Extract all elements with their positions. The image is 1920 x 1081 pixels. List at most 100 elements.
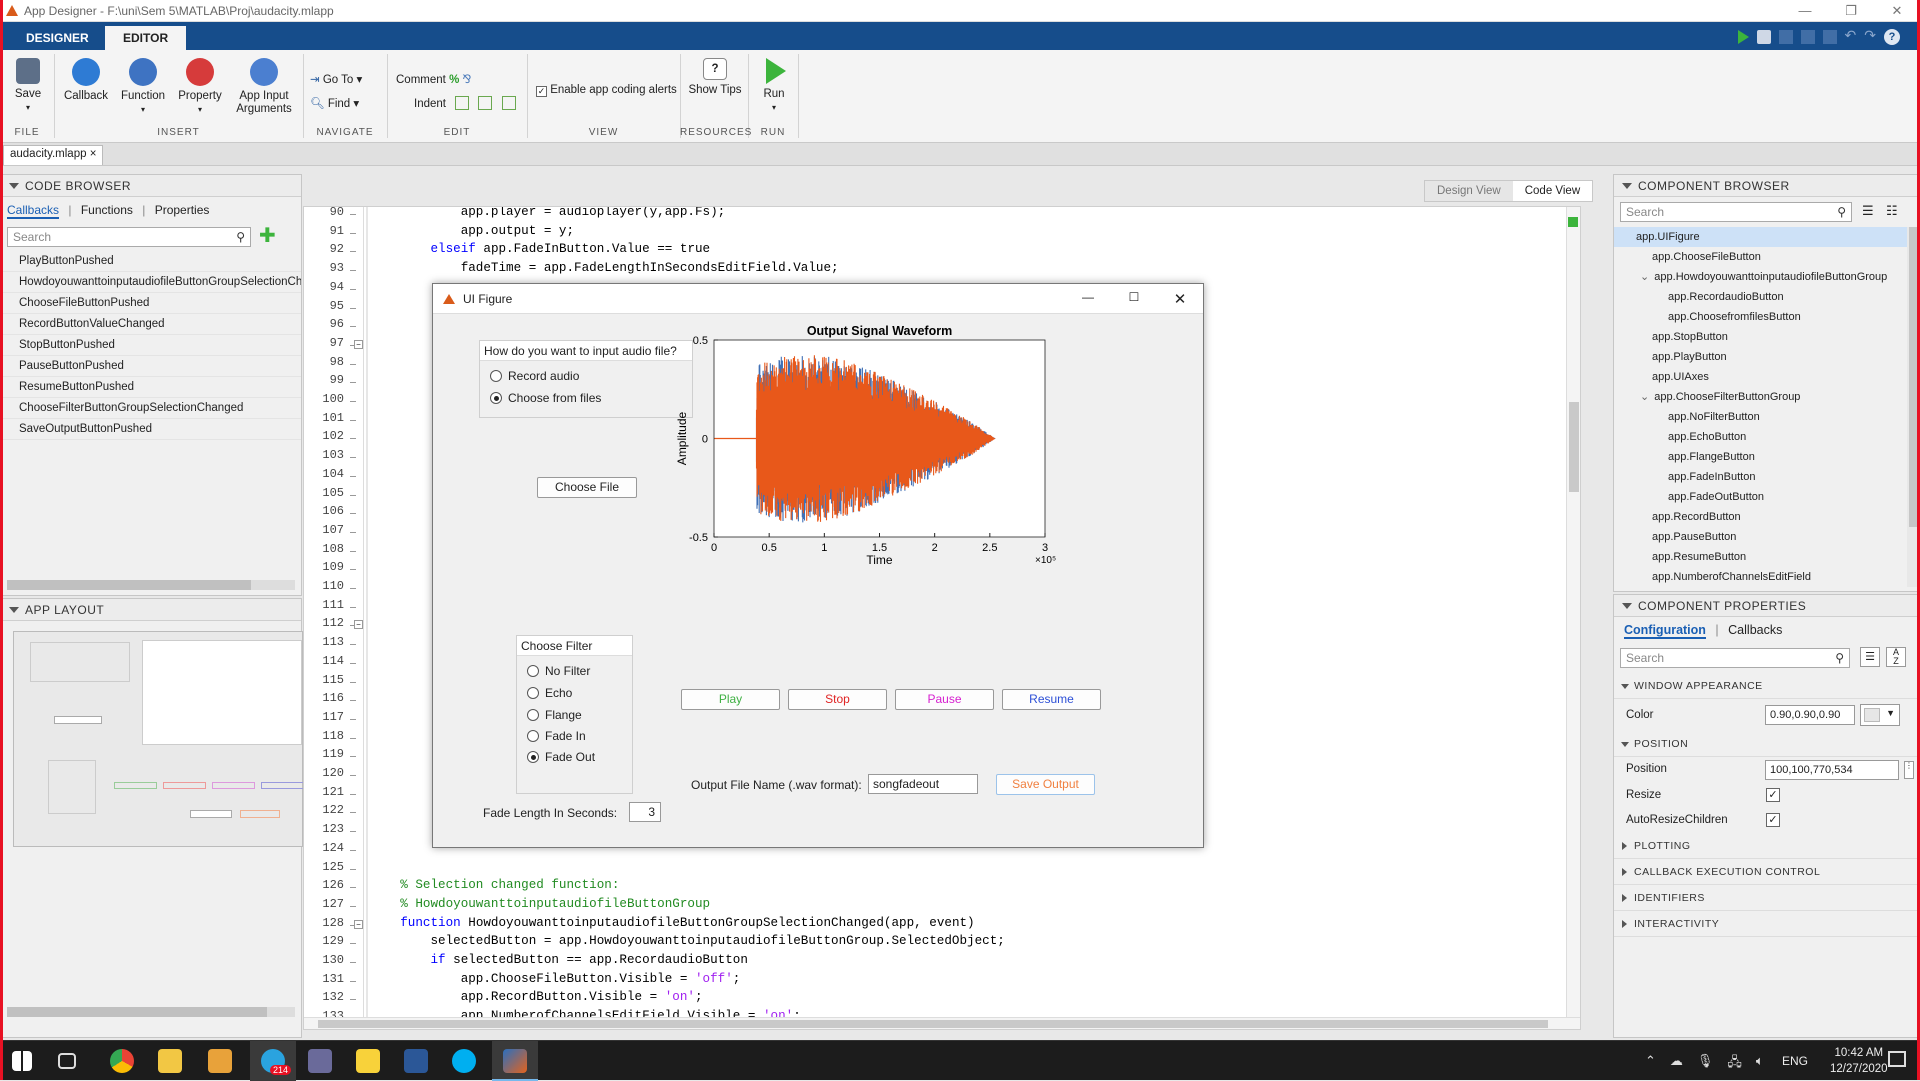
tree-expand-icon[interactable]: ⌄ [1640, 271, 1652, 283]
interactivity-section[interactable]: INTERACTIVITY [1614, 911, 1919, 937]
code-browser-search-input[interactable]: Search ⚲ [7, 227, 251, 247]
component-properties-title[interactable]: COMPONENT PROPERTIES [1614, 595, 1919, 617]
position-section[interactable]: POSITION [1614, 731, 1919, 757]
callback-item[interactable]: PlayButtonPushed [1, 251, 301, 272]
save-quick-icon[interactable] [1756, 30, 1771, 44]
component-tree-item[interactable]: ⌄ app.ChooseFilterButtonGroup [1614, 387, 1919, 407]
fold-toggle-icon[interactable]: − [354, 620, 363, 630]
callback-item[interactable]: HowdoyouwanttoinputaudiofileButtonGroupS… [1, 272, 301, 293]
component-tree-item[interactable]: app.PauseButton [1614, 527, 1919, 547]
echo-radio[interactable]: Echo [527, 686, 572, 700]
component-tree-item[interactable]: app.FadeInButton [1614, 467, 1919, 487]
save-button[interactable]: Save ▾ [10, 58, 46, 114]
callback-item[interactable]: PauseButtonPushed [1, 356, 301, 377]
tab-designer[interactable]: DESIGNER [8, 26, 107, 50]
media-player-icon[interactable] [208, 1049, 232, 1073]
notification-center-icon[interactable] [1888, 1051, 1906, 1067]
function-button[interactable]: Function ▾ [117, 58, 169, 116]
component-tree-item[interactable]: app.FlangeButton [1614, 447, 1919, 467]
autoresize-checkbox[interactable]: ✓ [1766, 813, 1780, 827]
code-hscrollbar[interactable] [304, 1017, 1580, 1029]
component-tree-item[interactable]: app.UIFigure [1614, 227, 1919, 247]
component-tree-item[interactable]: app.FadeOutButton [1614, 487, 1919, 507]
file-explorer-icon[interactable] [158, 1049, 182, 1073]
app-layout-hscrollbar[interactable] [7, 1007, 295, 1017]
add-callback-icon[interactable]: ✚ [259, 226, 276, 246]
position-expand-icon[interactable]: ⋮ [1904, 761, 1914, 779]
component-tree-item[interactable]: app.ChoosefromfilesButton [1614, 307, 1919, 327]
sticky-notes-icon[interactable] [356, 1049, 380, 1073]
component-tree-item[interactable]: app.RecordButton [1614, 507, 1919, 527]
task-view-icon[interactable] [58, 1053, 76, 1069]
fold-toggle-icon[interactable]: − [354, 339, 363, 349]
goto-button[interactable]: ⇥ Go To ▾ [310, 72, 362, 86]
stop-button[interactable]: Stop [788, 689, 887, 710]
callback-item[interactable]: ChooseFilterButtonGroupSelectionChanged [1, 398, 301, 419]
figure-minimize-icon[interactable]: — [1065, 290, 1111, 308]
component-tree-item[interactable]: app.ResumeButton [1614, 547, 1919, 567]
list-view-icon[interactable]: ☷ [1886, 203, 1898, 219]
output-waveform-chart[interactable]: Output Signal Waveform0 0.5 1 1.5 2 2.5 30.50-… [671, 320, 1191, 620]
callback-item[interactable]: ResumeButtonPushed [1, 377, 301, 398]
pause-button[interactable]: Pause [895, 689, 994, 710]
undo-icon[interactable]: ↶ [1845, 27, 1857, 45]
skype-icon[interactable] [452, 1049, 476, 1073]
file-tab-audacity[interactable]: audacity.mlapp × [3, 145, 104, 165]
no-filter-radio[interactable]: No Filter [527, 664, 590, 678]
fade-out-radio[interactable]: Fade Out [527, 750, 595, 764]
component-tree-item[interactable]: app.UIAxes [1614, 367, 1919, 387]
minimize-icon[interactable]: — [1782, 3, 1828, 19]
component-tree-item[interactable]: app.NoFilterButton [1614, 407, 1919, 427]
choose-file-button[interactable]: Choose File [537, 477, 637, 498]
redo-icon[interactable]: ↷ [1864, 27, 1876, 45]
run-quick-icon[interactable] [1737, 30, 1749, 44]
callback-item[interactable]: RecordButtonValueChanged [1, 314, 301, 335]
plotting-section[interactable]: PLOTTING [1614, 833, 1919, 859]
figure-close-icon[interactable]: ✕ [1157, 290, 1203, 308]
volume-icon[interactable]: 🔈︎ [1756, 1053, 1764, 1075]
tab-editor[interactable]: EDITOR [105, 26, 187, 50]
resume-button[interactable]: Resume [1002, 689, 1101, 710]
code-view-button[interactable]: Code View [1512, 181, 1593, 201]
play-button[interactable]: Play [681, 689, 780, 710]
tab-functions[interactable]: Functions [81, 203, 133, 217]
app-layout-thumbnail[interactable] [13, 631, 304, 847]
onedrive-icon[interactable]: ☁ [1670, 1053, 1683, 1075]
indent-button[interactable]: Indent [414, 96, 516, 110]
language-indicator[interactable]: ENG [1782, 1054, 1808, 1068]
component-browser-title[interactable]: COMPONENT BROWSER [1614, 175, 1919, 197]
tree-expand-icon[interactable]: ⌄ [1640, 391, 1652, 403]
windows-start-icon[interactable] [12, 1051, 32, 1071]
fold-toggle-icon[interactable]: − [354, 919, 363, 929]
record-audio-radio[interactable]: Record audio [490, 369, 579, 383]
chevron-up-icon[interactable]: ⌃ [1645, 1053, 1656, 1075]
callback-execution-section[interactable]: CALLBACK EXECUTION CONTROL [1614, 859, 1919, 885]
tab-callbacks[interactable]: Callbacks [7, 203, 60, 219]
matlab-taskbar-item[interactable] [492, 1041, 538, 1081]
copy-icon[interactable] [1800, 30, 1815, 44]
restore-icon[interactable]: ❐ [1828, 3, 1874, 19]
component-search-input[interactable]: Search ⚲ [1620, 202, 1852, 222]
output-file-name-input[interactable]: songfadeout [868, 774, 978, 794]
tree-view-icon[interactable]: ☰ [1862, 203, 1874, 219]
network-icon[interactable]: 🖧 [1727, 1053, 1742, 1075]
snipping-tool-icon[interactable] [308, 1049, 332, 1073]
microphone-icon[interactable]: 🎙︎ [1697, 1053, 1714, 1075]
component-tree-item[interactable]: app.EchoButton [1614, 427, 1919, 447]
resize-checkbox[interactable]: ✓ [1766, 788, 1780, 802]
code-vscrollbar[interactable] [1566, 207, 1580, 1029]
code-browser-hscrollbar[interactable] [7, 580, 295, 590]
enable-alerts-checkbox[interactable]: ✓ Enable app coding alerts [536, 84, 677, 97]
position-value-input[interactable]: 100,100,770,534 [1765, 760, 1899, 780]
cut-icon[interactable] [1778, 30, 1793, 44]
app-layout-title[interactable]: APP LAYOUT [1, 599, 301, 621]
figure-maximize-icon[interactable]: ☐ [1111, 290, 1157, 308]
property-button[interactable]: Property ▾ [174, 58, 226, 116]
component-tree-item[interactable]: app.NumberofChannelsEditField [1614, 567, 1919, 587]
app-input-arguments-button[interactable]: App Input Arguments [232, 58, 296, 116]
component-tree-item[interactable]: app.ChooseFileButton [1614, 247, 1919, 267]
flange-radio[interactable]: Flange [527, 708, 582, 722]
component-tree-item[interactable]: ⌄ app.HowdoyouwanttoinputaudiofileButton… [1614, 267, 1919, 287]
code-browser-title[interactable]: CODE BROWSER [1, 175, 301, 197]
color-picker-button[interactable]: ▼ [1860, 704, 1900, 726]
